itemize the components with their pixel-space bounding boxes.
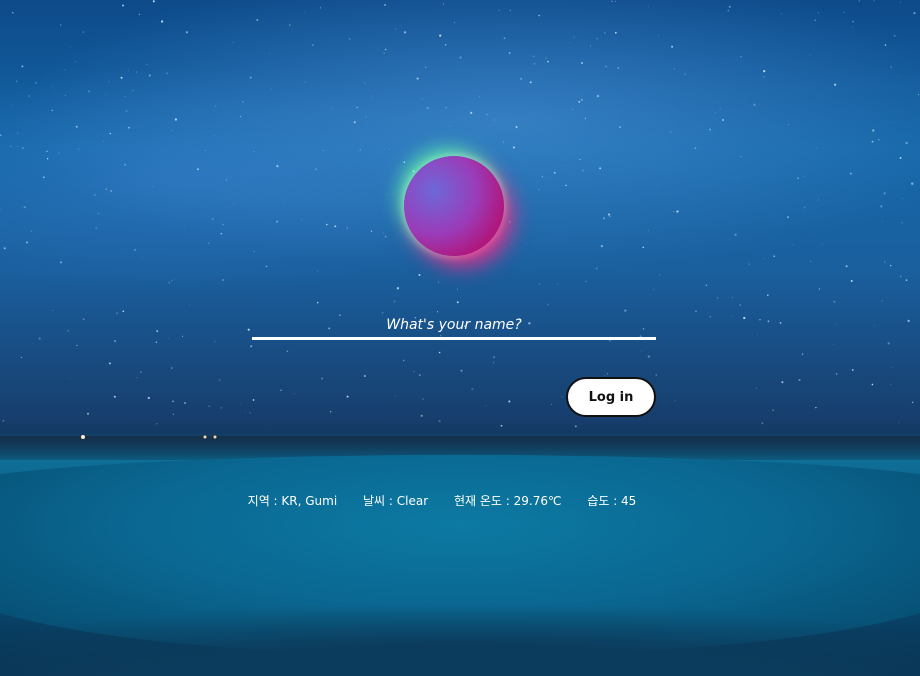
weather-condition: 날씨 : Clear bbox=[363, 494, 429, 508]
login-form bbox=[252, 312, 656, 340]
login-button[interactable]: Log in bbox=[566, 377, 656, 417]
name-input[interactable] bbox=[252, 312, 656, 340]
moon-orb-graphic bbox=[404, 156, 504, 256]
weather-region: 지역 : KR, Gumi bbox=[247, 494, 338, 508]
weather-humidity: 습도 : 45 bbox=[587, 494, 637, 508]
shoreline bbox=[0, 590, 920, 676]
distant-lights bbox=[81, 435, 217, 439]
weather-info: 지역 : KR, Gumi 날씨 : Clear 현재 온도 : 29.76℃ … bbox=[0, 492, 884, 509]
weather-temperature: 현재 온도 : 29.76℃ bbox=[453, 494, 562, 508]
